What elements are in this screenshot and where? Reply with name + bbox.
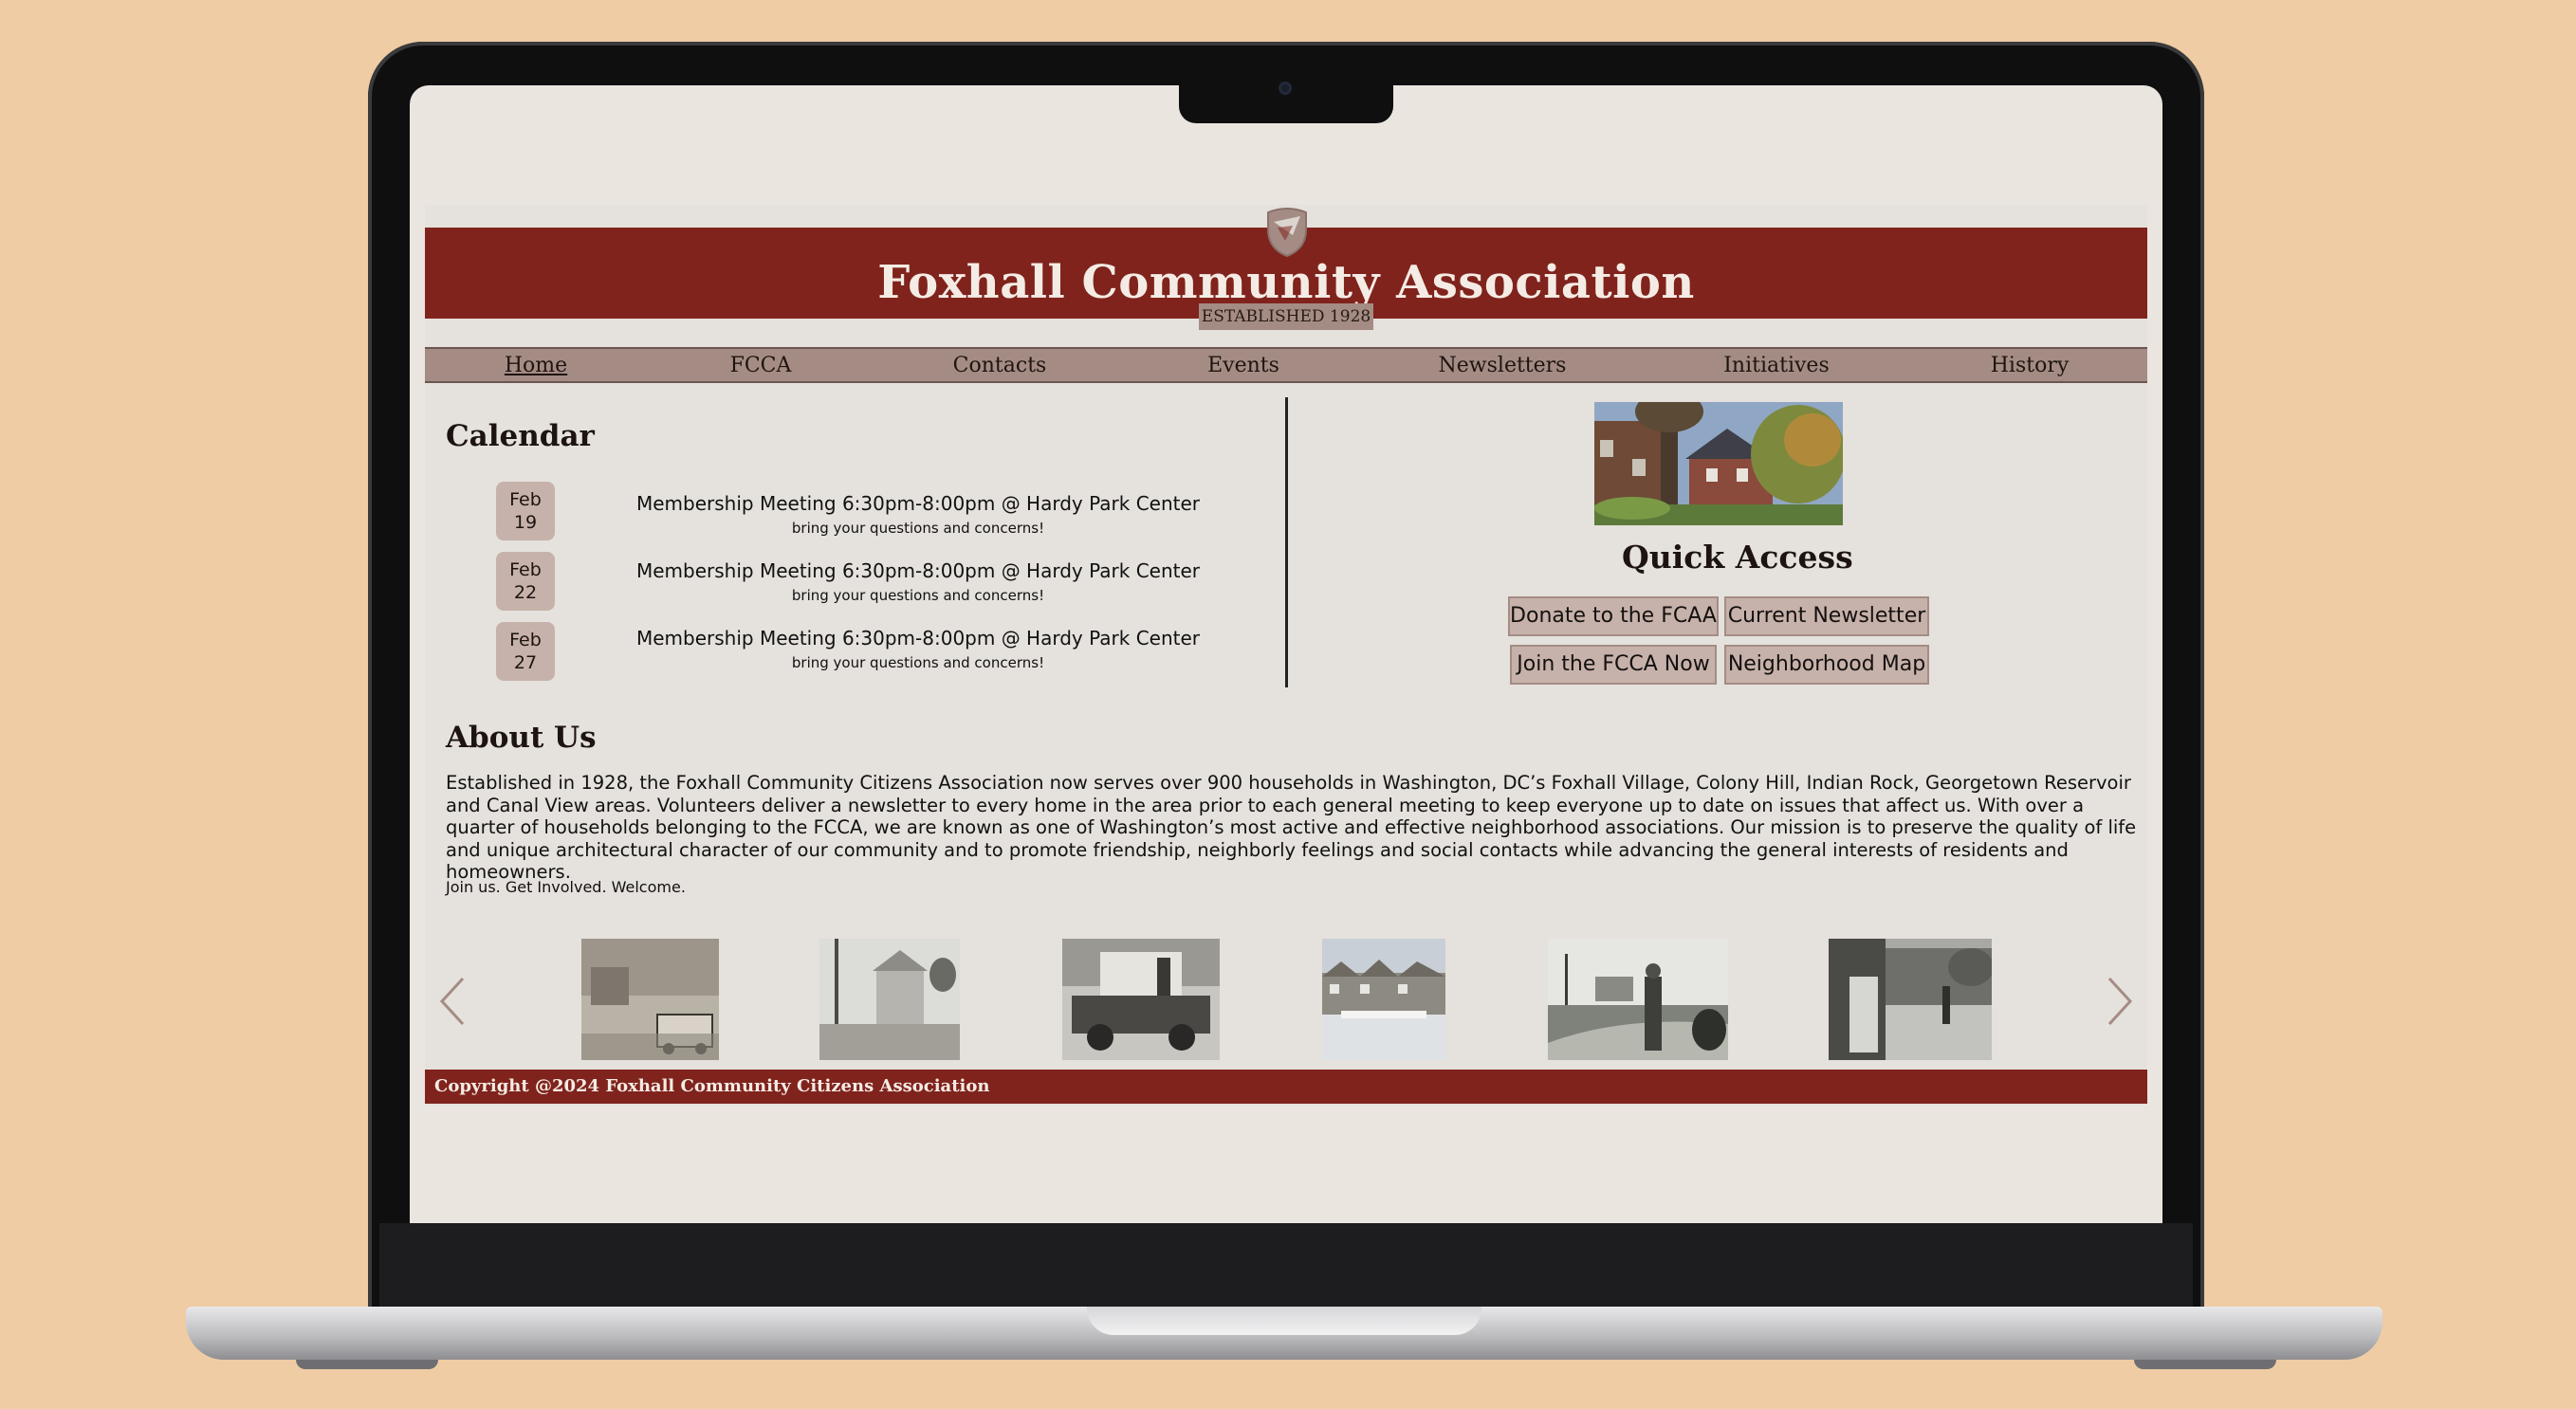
established-badge: ESTABLISHED 1928 [1199, 303, 1373, 330]
event-month: Feb [509, 559, 542, 580]
column-divider [1285, 397, 1288, 687]
event-title: Membership Meeting 6:30pm-8:00pm @ Hardy… [635, 559, 1201, 582]
quick-access-title: Quick Access [1622, 539, 1853, 576]
event-day: 19 [513, 512, 538, 533]
event-date-badge: Feb 19 [496, 482, 555, 540]
chevron-left-icon[interactable] [434, 973, 472, 1030]
nav-initiatives[interactable]: Initiatives [1723, 349, 1830, 383]
nav-home[interactable]: Home [505, 349, 567, 383]
about-title: About Us [446, 721, 597, 755]
event-item[interactable]: Membership Meeting 6:30pm-8:00pm @ Hardy… [567, 491, 1269, 539]
nav-newsletters[interactable]: Newsletters [1439, 349, 1567, 383]
donate-button[interactable]: Donate to the FCAA [1508, 596, 1719, 636]
nav-fcca[interactable]: FCCA [730, 349, 792, 383]
main-nav: Home FCCA Contacts Events Newsletters In… [425, 347, 2147, 383]
laptop-foot-right [2134, 1360, 2276, 1369]
about-text: Established in 1928, the Foxhall Communi… [446, 772, 2137, 883]
event-item[interactable]: Membership Meeting 6:30pm-8:00pm @ Hardy… [567, 626, 1269, 673]
shield-icon [1267, 208, 1307, 258]
event-day: 22 [513, 582, 538, 603]
copyright-text: Copyright @2024 Foxhall Community Citize… [434, 1076, 990, 1096]
current-newsletter-button[interactable]: Current Newsletter [1724, 596, 1929, 636]
website-page: Foxhall Community Association ESTABLISHE… [425, 205, 2147, 1106]
site-title: Foxhall Community Association [877, 256, 1695, 309]
about-tagline: Join us. Get Involved. Welcome. [446, 878, 686, 896]
event-item[interactable]: Membership Meeting 6:30pm-8:00pm @ Hardy… [567, 558, 1269, 606]
history-photo-thumbnail[interactable] [819, 939, 960, 1060]
history-photo-thumbnail[interactable] [1548, 939, 1728, 1060]
nav-contacts[interactable]: Contacts [953, 349, 1047, 383]
event-day: 27 [513, 652, 538, 673]
history-photo-thumbnail[interactable] [1829, 939, 1992, 1060]
event-title: Membership Meeting 6:30pm-8:00pm @ Hardy… [635, 492, 1201, 515]
event-month: Feb [509, 630, 542, 650]
join-fcca-button[interactable]: Join the FCCA Now [1510, 645, 1717, 685]
neighborhood-photo [1594, 402, 1843, 525]
laptop-bezel [379, 1223, 2193, 1308]
history-photo-thumbnail[interactable] [1062, 939, 1220, 1060]
camera-icon [1279, 82, 1292, 95]
event-note: bring your questions and concerns! [791, 654, 1045, 671]
event-title: Membership Meeting 6:30pm-8:00pm @ Hardy… [635, 627, 1201, 650]
history-photo-thumbnail[interactable] [581, 939, 719, 1060]
event-date-badge: Feb 27 [496, 622, 555, 681]
laptop-opening-notch [1087, 1307, 1481, 1335]
chevron-right-icon[interactable] [2100, 973, 2138, 1030]
nav-events[interactable]: Events [1207, 349, 1279, 383]
event-month: Feb [509, 489, 542, 510]
nav-history[interactable]: History [1991, 349, 2070, 383]
laptop-foot-left [296, 1360, 438, 1369]
history-photo-thumbnail[interactable] [1322, 939, 1445, 1060]
event-note: bring your questions and concerns! [791, 520, 1045, 537]
calendar-title: Calendar [446, 419, 595, 453]
site-footer: Copyright @2024 Foxhall Community Citize… [425, 1070, 2147, 1104]
neighborhood-map-button[interactable]: Neighborhood Map [1724, 645, 1929, 685]
event-date-badge: Feb 22 [496, 552, 555, 611]
event-note: bring your questions and concerns! [791, 587, 1045, 604]
